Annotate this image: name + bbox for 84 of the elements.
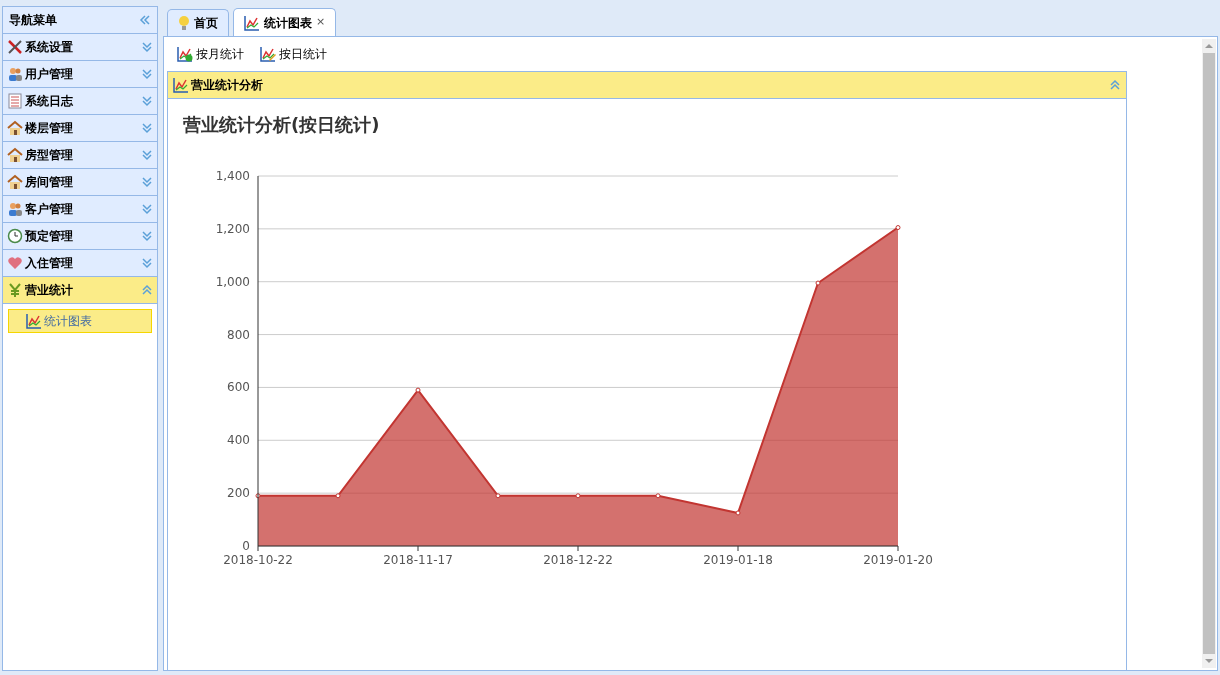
data-point [495,493,501,499]
log-icon [7,93,23,109]
menu-section-label: 房型管理 [25,147,74,164]
menu-section[interactable]: 系统日志 [3,88,157,115]
tab-label: 统计图表 [264,14,312,32]
expand-icon[interactable] [141,149,153,161]
y-tick-label: 200 [227,486,250,501]
chart-title: 营业统计分析(按日统计) [183,113,381,137]
x-tick-label: 2018-12-22 [543,553,613,567]
chart-icon [260,46,276,62]
y-tick-label: 1,200 [215,221,250,236]
data-point [415,387,421,393]
menu-section-label: 用户管理 [25,66,74,83]
data-point [815,280,821,286]
expand-icon[interactable] [141,68,153,80]
menu-section-label: 楼层管理 [25,120,74,137]
panel-title: 营业统计分析 [191,77,264,94]
menu-section[interactable]: 楼层管理 [3,115,157,142]
expand-icon[interactable] [141,41,153,53]
data-point [335,493,341,499]
heart-icon [7,255,23,271]
y-tick-label: 0 [242,539,250,553]
tab-label: 首页 [194,15,218,32]
tab[interactable]: 首页 [167,9,229,36]
x-tick-label: 2018-11-17 [383,553,453,567]
data-point [735,510,741,516]
scroll-thumb[interactable] [1203,53,1215,654]
data-point [655,493,661,499]
x-tick-label: 2019-01-20 [863,553,933,567]
menu-section-label: 房间管理 [25,174,74,191]
chart-icon [26,313,42,329]
y-tick-label: 1,400 [215,169,250,183]
menu-section[interactable]: 营业统计 [3,277,157,304]
x-tick-label: 2018-10-22 [223,553,293,567]
menu-section-label: 系统日志 [25,93,74,110]
chart-icon [177,46,193,62]
menu-section-label: 系统设置 [25,39,74,56]
expand-icon[interactable] [141,122,153,134]
chart-icon [173,77,189,93]
y-tick-label: 400 [227,433,250,448]
users-icon [7,66,23,82]
house-icon [7,174,23,190]
menu-section[interactable]: 系统设置 [3,34,157,61]
menu-section-label: 入住管理 [25,255,74,272]
expand-icon[interactable] [141,203,153,215]
y-tick-label: 1,000 [215,274,250,289]
toolbar-button[interactable]: 按日统计 [260,45,327,63]
collapse-icon[interactable] [139,14,151,26]
expand-icon[interactable] [141,176,153,188]
users-icon [7,201,23,217]
menu-section-label: 客户管理 [25,201,74,218]
scrollbar[interactable] [1202,39,1216,668]
menu-item[interactable]: 统计图表 [8,309,152,333]
clock-icon [7,228,23,244]
menu-section[interactable]: 预定管理 [3,223,157,250]
menu-section[interactable]: 客户管理 [3,196,157,223]
data-point [895,225,901,231]
menu-section[interactable]: 入住管理 [3,250,157,277]
menu-section[interactable]: 用户管理 [3,61,157,88]
menu-section[interactable]: 房间管理 [3,169,157,196]
yen-icon [7,282,23,298]
y-tick-label: 600 [227,380,250,395]
menu-section-label: 营业统计 [25,282,74,299]
close-icon[interactable]: × [316,14,326,31]
data-point [575,493,581,499]
lightbulb-icon [178,15,190,31]
house-icon [7,120,23,136]
collapse-icon[interactable] [141,284,153,296]
menu-section[interactable]: 房型管理 [3,142,157,169]
tools-icon [7,39,23,55]
menu-section-label: 预定管理 [25,228,74,245]
data-point [255,493,261,499]
collapse-icon[interactable] [1109,79,1121,91]
y-tick-label: 800 [227,327,250,342]
menu-item-label: 统计图表 [44,313,92,330]
chart-icon [244,14,260,31]
sidebar-title: 导航菜单 [9,12,57,29]
expand-icon[interactable] [141,230,153,242]
toolbar-button[interactable]: 按月统计 [177,45,244,63]
tab[interactable]: 统计图表 × [233,8,337,36]
house-icon [7,147,23,163]
x-tick-label: 2019-01-18 [703,553,773,567]
expand-icon[interactable] [141,95,153,107]
expand-icon[interactable] [141,257,153,269]
